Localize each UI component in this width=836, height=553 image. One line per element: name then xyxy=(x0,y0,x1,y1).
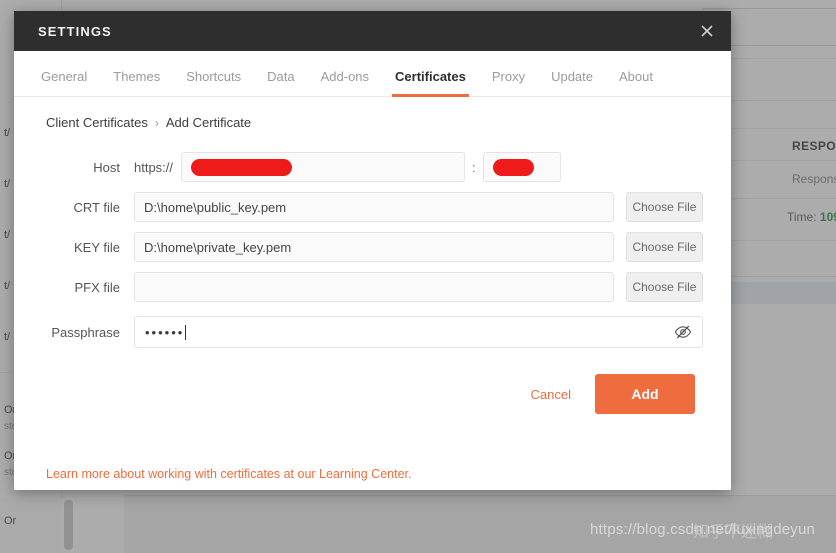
close-icon[interactable] xyxy=(695,19,719,43)
breadcrumb: Client Certificates › Add Certificate xyxy=(46,115,703,130)
tab-proxy[interactable]: Proxy xyxy=(479,69,538,96)
port-redaction xyxy=(492,158,534,176)
text-caret xyxy=(185,324,187,340)
learn-more-link[interactable]: Learn more about working with certificat… xyxy=(46,467,411,481)
dialog-actions: Cancel Add xyxy=(46,374,703,414)
tab-themes[interactable]: Themes xyxy=(100,69,173,96)
host-label: Host xyxy=(93,159,120,175)
tab-update[interactable]: Update xyxy=(538,69,606,96)
chevron-right-icon: › xyxy=(154,115,159,130)
pfx-file-label: PFX file xyxy=(74,279,120,295)
key-file-row: KEY file D:\home\private_key.pem Choose … xyxy=(46,232,703,262)
crt-file-row: CRT file D:\home\public_key.pem Choose F… xyxy=(46,192,703,222)
dialog-title: SETTINGS xyxy=(38,23,112,39)
tab-data[interactable]: Data xyxy=(254,69,307,96)
port-input[interactable] xyxy=(482,152,561,182)
tab-general[interactable]: General xyxy=(28,69,100,96)
dialog-titlebar: SETTINGS xyxy=(14,11,731,51)
tab-add-ons[interactable]: Add-ons xyxy=(308,69,382,96)
sidebar-item-label[interactable]: Or xyxy=(4,515,16,527)
passphrase-label: Passphrase xyxy=(51,324,120,340)
tab-about[interactable]: About xyxy=(606,69,666,96)
breadcrumb-parent[interactable]: Client Certificates xyxy=(46,115,148,130)
watermark-url: https://blog.csdn.net/luxingdeyun xyxy=(590,521,816,538)
host-input[interactable] xyxy=(181,152,466,182)
cancel-button[interactable]: Cancel xyxy=(525,386,577,403)
passphrase-input[interactable]: •••••• xyxy=(134,316,703,348)
settings-tabbar: General Themes Shortcuts Data Add-ons Ce… xyxy=(14,51,731,97)
key-file-input[interactable]: D:\home\private_key.pem xyxy=(134,232,614,262)
host-row: Host https:// : xyxy=(46,152,703,182)
key-file-label: KEY file xyxy=(73,239,120,255)
tab-certificates[interactable]: Certificates xyxy=(382,69,479,97)
passphrase-row: Passphrase •••••• xyxy=(46,316,703,348)
pfx-file-input[interactable] xyxy=(134,272,614,302)
pfx-choose-file-button[interactable]: Choose File xyxy=(625,272,703,302)
crt-file-input[interactable]: D:\home\public_key.pem xyxy=(134,192,614,222)
tab-shortcuts[interactable]: Shortcuts xyxy=(173,69,254,96)
eye-off-icon[interactable] xyxy=(674,325,692,340)
settings-dialog: SETTINGS General Themes Shortcuts Data A… xyxy=(14,11,731,490)
crt-file-label: CRT file xyxy=(73,199,120,215)
host-redaction xyxy=(191,158,293,176)
breadcrumb-current: Add Certificate xyxy=(165,115,252,130)
host-port-separator: : xyxy=(472,159,476,175)
passphrase-value: •••••• xyxy=(145,324,185,340)
key-choose-file-button[interactable]: Choose File xyxy=(625,232,703,262)
certificates-panel: Client Certificates › Add Certificate Ho… xyxy=(14,97,731,490)
pfx-file-row: PFX file Choose File xyxy=(46,272,703,302)
crt-choose-file-button[interactable]: Choose File xyxy=(625,192,703,222)
host-protocol-label: https:// xyxy=(134,159,174,175)
add-button[interactable]: Add xyxy=(595,374,695,414)
